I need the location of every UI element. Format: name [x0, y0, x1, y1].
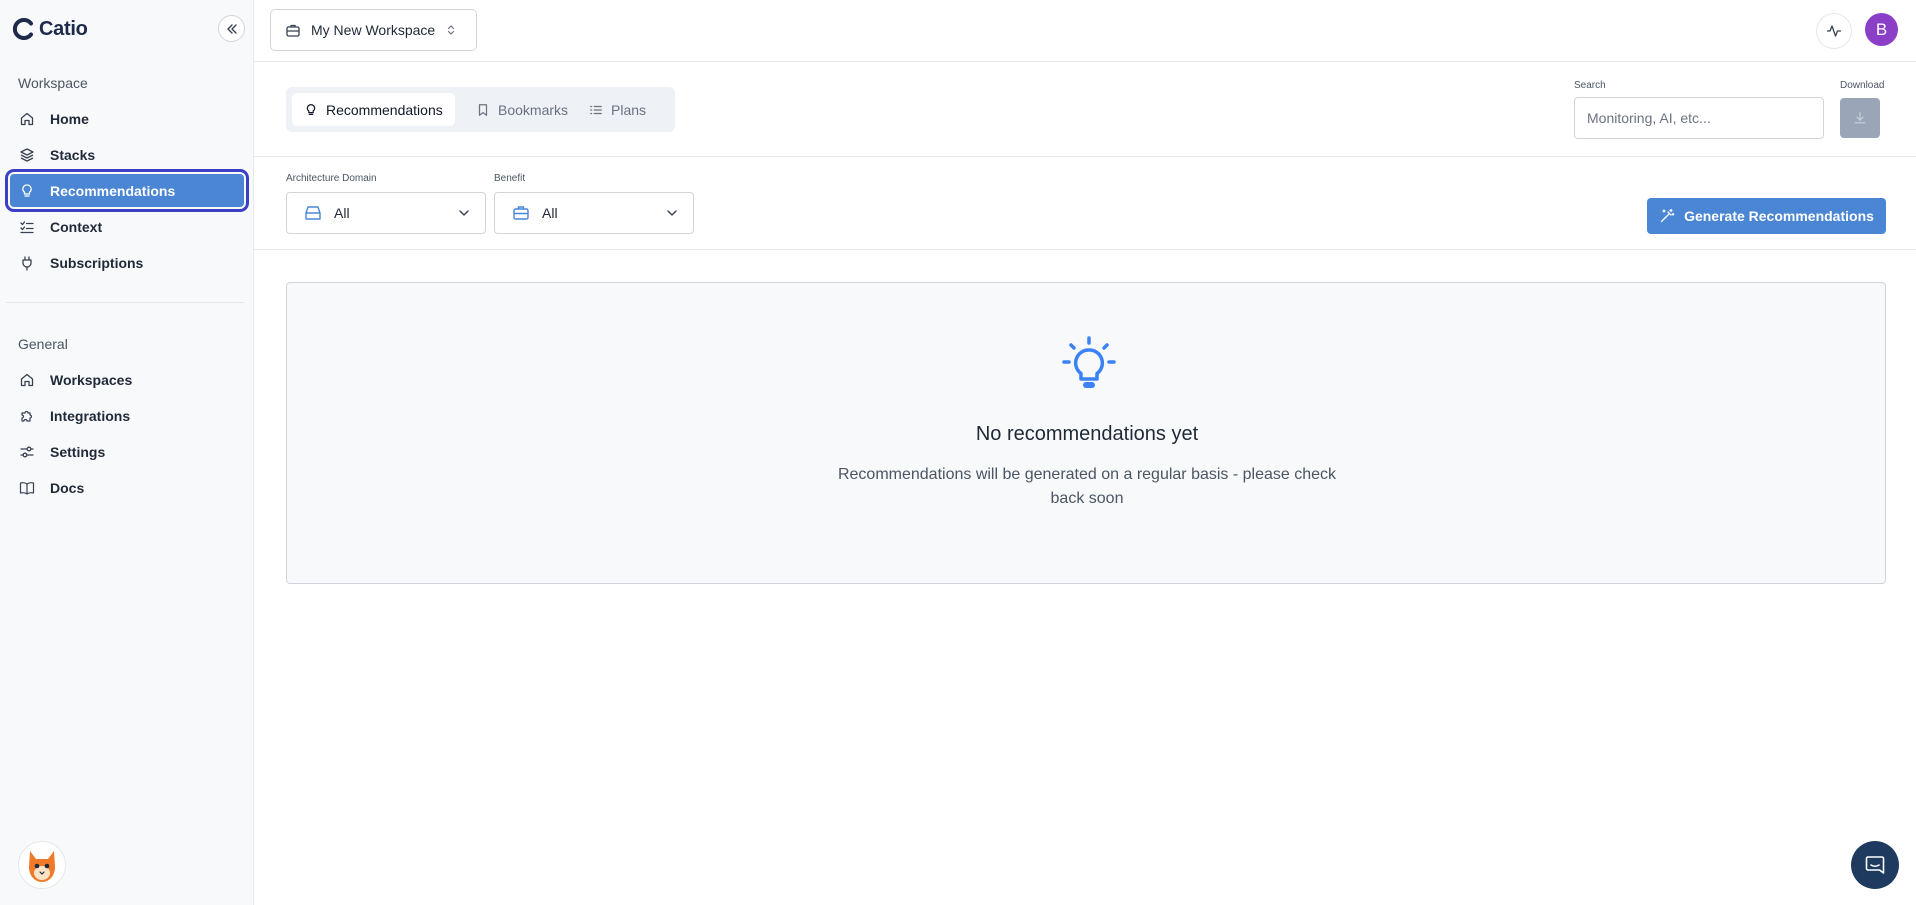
generate-recommendations-button[interactable]: Generate Recommendations: [1647, 198, 1886, 234]
list-icon: [590, 105, 602, 114]
benefit-value: All: [542, 205, 558, 221]
search-input[interactable]: [1574, 97, 1824, 139]
view-tabs: Recommendations Bookmarks Plans: [286, 87, 675, 132]
tab-plans[interactable]: Plans: [577, 93, 658, 126]
general-section-label: General: [18, 336, 68, 352]
catio-logo[interactable]: Catio: [12, 17, 88, 41]
user-avatar[interactable]: B: [1865, 13, 1898, 46]
sidebar-item-label: Integrations: [50, 407, 131, 424]
mascot-avatar[interactable]: [18, 841, 66, 889]
tab-label: Bookmarks: [498, 101, 569, 118]
workspace-section-label: Workspace: [18, 75, 88, 91]
sidebar-item-subscriptions[interactable]: Subscriptions: [10, 246, 244, 279]
sidebar-item-home[interactable]: Home: [10, 102, 244, 135]
activity-icon: [1826, 25, 1842, 37]
benefit-select[interactable]: All: [494, 192, 694, 234]
sidebar-item-label: Workspaces: [50, 371, 133, 388]
home-icon: [19, 111, 35, 127]
sidebar-item-label: Recommendations: [50, 182, 176, 199]
download-label: Download: [1840, 80, 1885, 91]
download-button[interactable]: [1840, 98, 1880, 138]
empty-state-title: No recommendations yet: [975, 423, 1199, 445]
sidebar-item-label: Home: [50, 110, 89, 127]
sidebar-item-label: Stacks: [50, 146, 96, 163]
architecture-domain-value: All: [334, 205, 350, 221]
sidebar-item-integrations[interactable]: Integrations: [10, 399, 244, 432]
search-label: Search: [1574, 80, 1606, 91]
tab-bookmarks[interactable]: Bookmarks: [464, 93, 580, 126]
sidebar-item-settings[interactable]: Settings: [10, 435, 244, 468]
chevron-down-icon: [459, 210, 469, 216]
tab-recommendations[interactable]: Recommendations: [292, 93, 455, 126]
sidebar-item-recommendations[interactable]: Recommendations: [5, 169, 249, 212]
architecture-domain-select[interactable]: All: [286, 192, 486, 234]
sidebar-item-workspaces[interactable]: Workspaces: [10, 363, 244, 396]
activity-button[interactable]: [1816, 13, 1852, 49]
chevron-up-down-icon: [448, 25, 455, 35]
download-icon: [1854, 112, 1866, 124]
generate-button-label: Generate Recommendations: [1684, 208, 1874, 224]
sidebar-item-label: Context: [50, 218, 103, 235]
lightbulb-icon: [19, 183, 35, 199]
app-name: Catio: [39, 17, 88, 40]
plug-icon: [19, 255, 35, 271]
book-icon: [19, 480, 35, 496]
empty-state: No recommendations yet Recommendations w…: [286, 282, 1886, 584]
benefit-label: Benefit: [494, 173, 526, 184]
toolbar-row: Recommendations Bookmarks Plans Search D…: [254, 62, 1916, 157]
architecture-domain-label: Architecture Domain: [286, 173, 377, 184]
workspace-selector[interactable]: My New Workspace: [270, 9, 477, 51]
sliders-icon: [19, 444, 35, 460]
chat-icon: [1865, 856, 1885, 874]
sidebar-item-docs[interactable]: Docs: [10, 471, 244, 504]
home-icon: [19, 372, 35, 388]
chat-support-button[interactable]: [1851, 841, 1899, 889]
sidebar-item-stacks[interactable]: Stacks: [10, 138, 244, 171]
sidebar-item-context[interactable]: Context: [10, 210, 244, 243]
puzzle-icon: [19, 408, 35, 424]
briefcase-icon: [286, 24, 300, 37]
sidebar-divider: [6, 302, 244, 303]
tab-label: Recommendations: [326, 101, 443, 118]
lightbulb-icon: [1062, 336, 1116, 388]
checklist-icon: [19, 219, 35, 235]
catio-c-logo-icon: [12, 18, 33, 40]
tab-label: Plans: [611, 101, 647, 118]
empty-state-description: Recommendations will be generated on a r…: [837, 466, 1337, 507]
filters-row: Architecture Domain All Benefit All Gene…: [254, 157, 1916, 250]
top-bar: My New Workspace B: [254, 0, 1916, 62]
lightbulb-icon: [306, 103, 316, 115]
collapse-sidebar-button[interactable]: [218, 15, 245, 42]
bookmark-icon: [478, 103, 488, 116]
workspace-name: My New Workspace: [311, 22, 436, 38]
briefcase-icon: [513, 206, 529, 220]
cat-mascot-icon: [29, 851, 55, 882]
chevron-down-icon: [667, 210, 677, 216]
layers-icon: [19, 147, 35, 163]
magic-wand-icon: [1660, 208, 1675, 223]
sidebar-item-label: Settings: [50, 443, 106, 460]
server-stack-icon: [305, 206, 321, 220]
sidebar: Catio Workspace Home Stacks Recommendati…: [0, 0, 254, 905]
chevrons-left-icon: [226, 23, 237, 34]
sidebar-item-label: Docs: [50, 479, 85, 496]
sidebar-item-label: Subscriptions: [50, 254, 144, 271]
